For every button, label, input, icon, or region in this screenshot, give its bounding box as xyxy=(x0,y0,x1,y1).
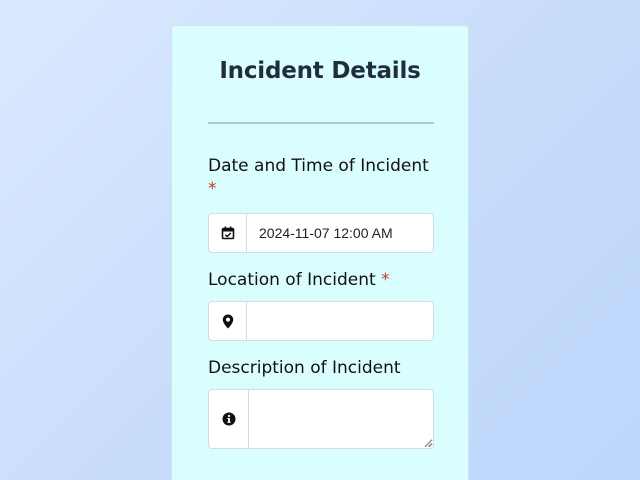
required-mark: * xyxy=(381,270,390,290)
calendar-check-icon xyxy=(209,214,247,252)
resize-grip-icon[interactable] xyxy=(424,439,432,447)
date-time-field-group xyxy=(208,213,434,253)
form-title: Incident Details xyxy=(219,58,421,84)
date-time-input[interactable] xyxy=(247,214,433,252)
location-input[interactable] xyxy=(247,302,433,340)
date-time-label: Date and Time of Incident * xyxy=(208,155,438,201)
location-field-group xyxy=(208,301,434,341)
description-label-text: Description of Incident xyxy=(208,358,401,378)
location-label-text: Location of Incident xyxy=(208,270,376,290)
map-marker-icon xyxy=(209,302,247,340)
incident-details-card: Incident Details Date and Time of Incide… xyxy=(171,25,469,480)
description-label: Description of Incident xyxy=(208,357,438,380)
info-circle-icon xyxy=(209,390,249,448)
title-divider xyxy=(208,122,434,124)
required-mark: * xyxy=(208,179,217,199)
description-textarea[interactable] xyxy=(249,390,433,448)
description-field-group xyxy=(208,389,434,449)
location-label: Location of Incident * xyxy=(208,269,438,292)
date-time-label-text: Date and Time of Incident xyxy=(208,156,429,176)
